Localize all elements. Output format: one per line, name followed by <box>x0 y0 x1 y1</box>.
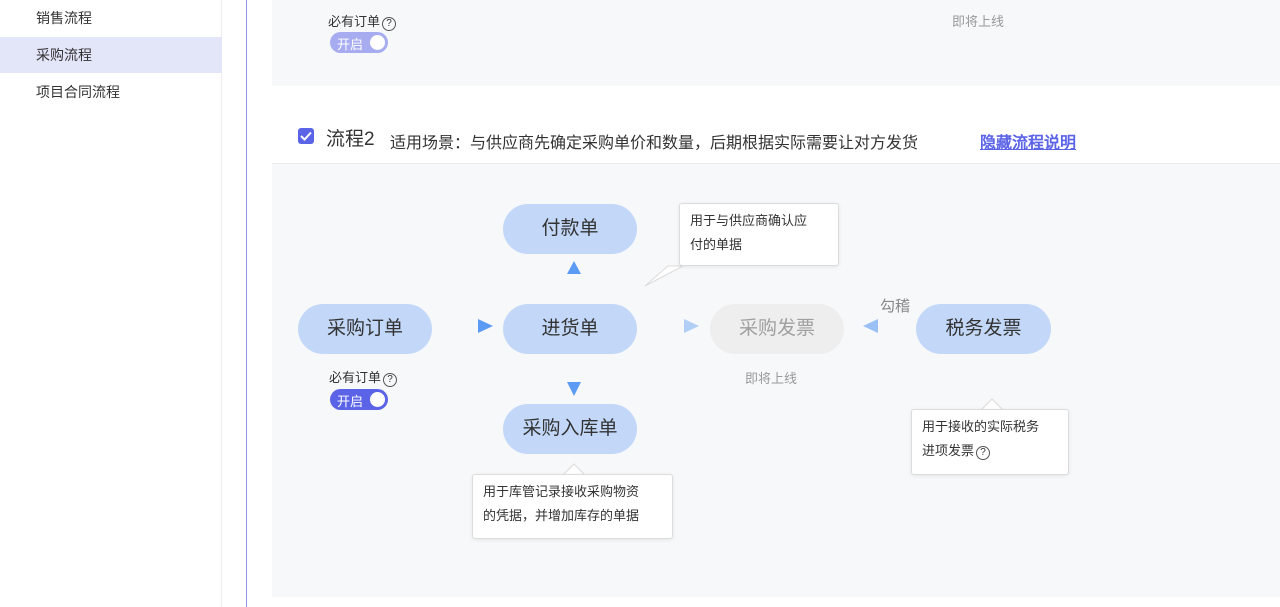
sidebar-item-purchase-flow[interactable]: 采购流程 <box>0 37 222 73</box>
vertical-divider <box>246 0 247 607</box>
sidebar-item-label: 采购流程 <box>36 47 92 63</box>
required-order-label: 必有订单? <box>328 11 397 31</box>
toggle-knob <box>370 35 385 50</box>
help-icon[interactable]: ? <box>383 373 398 387</box>
tooltip-warehouse: 用于库管记录接收采购物资 的凭据，并增加库存的单据 <box>472 474 673 539</box>
match-label: 勾稽 <box>880 298 911 315</box>
help-icon[interactable]: ? <box>382 17 397 31</box>
sidebar-item-label: 项目合同流程 <box>36 84 120 100</box>
flow2-title: 流程2 <box>326 129 375 150</box>
required-order-toggle[interactable]: 开启 <box>330 32 388 53</box>
check-icon <box>300 131 312 141</box>
coming-soon-label: 即将上线 <box>745 371 798 386</box>
sidebar-item-sales-flow[interactable]: 销售流程 <box>0 0 222 36</box>
sidebar-item-label: 销售流程 <box>36 10 92 26</box>
flow1-card: 必有订单? 开启 即将上线 <box>272 0 1280 86</box>
node-tax-invoice[interactable]: 税务发票 <box>916 304 1051 354</box>
node-payment[interactable]: 付款单 <box>503 204 637 254</box>
hide-flow-description-link[interactable]: 隐藏流程说明 <box>980 129 1076 153</box>
tooltip-tax: 用于接收的实际税务 进项发票? <box>911 409 1069 475</box>
required-order-label: 必有订单? <box>329 367 398 387</box>
flow2-checkbox[interactable] <box>298 128 314 144</box>
coming-soon-label: 即将上线 <box>952 14 1005 29</box>
node-purchase-order[interactable]: 采购订单 <box>298 304 432 354</box>
flow2-description: 适用场景：与供应商先确定采购单价和数量，后期根据实际需要让对方发货 <box>390 135 919 152</box>
toggle-knob <box>370 392 385 407</box>
node-purchase-invoice: 采购发票 <box>710 304 844 354</box>
tooltip-payment: 用于与供应商确认应 付的单据 <box>679 203 839 266</box>
sidebar-item-project-contract-flow[interactable]: 项目合同流程 <box>0 74 222 110</box>
node-warehouse-in[interactable]: 采购入库单 <box>503 404 637 454</box>
flow2-header: 流程2 适用场景：与供应商先确定采购单价和数量，后期根据实际需要让对方发货 隐藏… <box>272 112 1280 164</box>
sidebar: 销售流程 采购流程 项目合同流程 <box>0 0 222 607</box>
help-icon[interactable]: ? <box>976 446 991 460</box>
required-order-toggle[interactable]: 开启 <box>330 389 388 410</box>
node-goods-receipt[interactable]: 进货单 <box>503 304 637 354</box>
